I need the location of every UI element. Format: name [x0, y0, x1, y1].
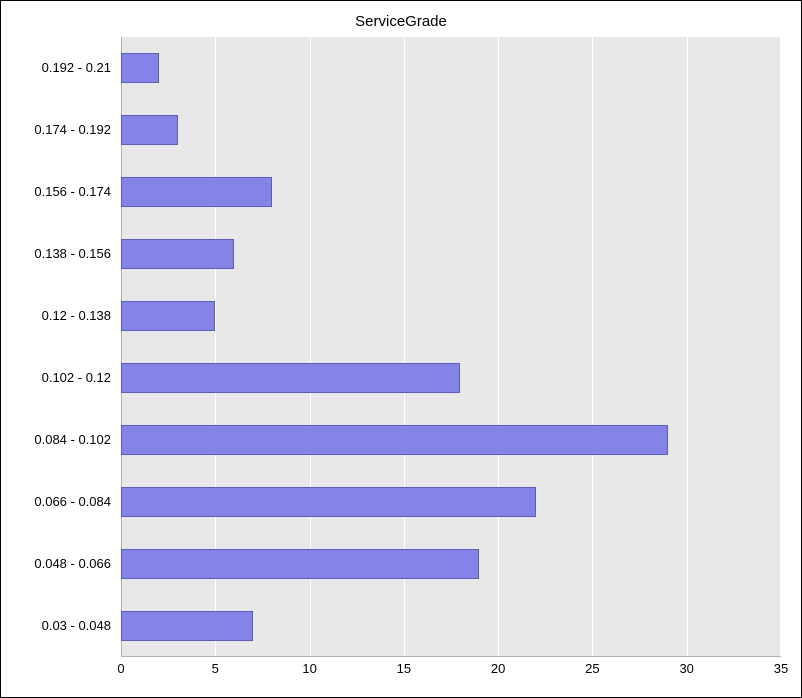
- x-tick-label: 10: [290, 661, 330, 676]
- gridline-35: [780, 37, 781, 657]
- bar-0.192-0.21: [121, 53, 159, 83]
- y-tick-label: 0.192 - 0.21: [11, 53, 111, 83]
- x-tick-label: 20: [478, 661, 518, 676]
- x-tick-label: 0: [101, 661, 141, 676]
- y-tick-label: 0.138 - 0.156: [11, 239, 111, 269]
- chart-title: ServiceGrade: [1, 13, 801, 30]
- bar-0.156-0.174: [121, 177, 272, 207]
- gridline-20: [498, 37, 499, 657]
- bar-0.066-0.084: [121, 487, 536, 517]
- y-tick-label: 0.048 - 0.066: [11, 549, 111, 579]
- x-tick-label: 15: [384, 661, 424, 676]
- bar-0.03-0.048: [121, 611, 253, 641]
- bar-0.174-0.192: [121, 115, 178, 145]
- x-tick-label: 25: [572, 661, 612, 676]
- gridline-25: [592, 37, 593, 657]
- plot-area: [121, 37, 781, 657]
- y-tick-label: 0.156 - 0.174: [11, 177, 111, 207]
- x-tick-label: 35: [761, 661, 801, 676]
- gridline-30: [687, 37, 688, 657]
- x-axis-line: [121, 656, 781, 657]
- bar-0.138-0.156: [121, 239, 234, 269]
- y-tick-label: 0.066 - 0.084: [11, 487, 111, 517]
- x-tick-label: 30: [667, 661, 707, 676]
- y-tick-label: 0.174 - 0.192: [11, 115, 111, 145]
- x-tick-label: 5: [195, 661, 235, 676]
- y-tick-label: 0.12 - 0.138: [11, 301, 111, 331]
- y-tick-label: 0.03 - 0.048: [11, 611, 111, 641]
- bar-0.084-0.102: [121, 425, 668, 455]
- bar-0.12-0.138: [121, 301, 215, 331]
- y-tick-label: 0.084 - 0.102: [11, 425, 111, 455]
- bar-0.102-0.12: [121, 363, 460, 393]
- bar-0.048-0.066: [121, 549, 479, 579]
- y-tick-label: 0.102 - 0.12: [11, 363, 111, 393]
- chart-frame: ServiceGrade 0.192 - 0.21 0.174 - 0.192 …: [0, 0, 802, 698]
